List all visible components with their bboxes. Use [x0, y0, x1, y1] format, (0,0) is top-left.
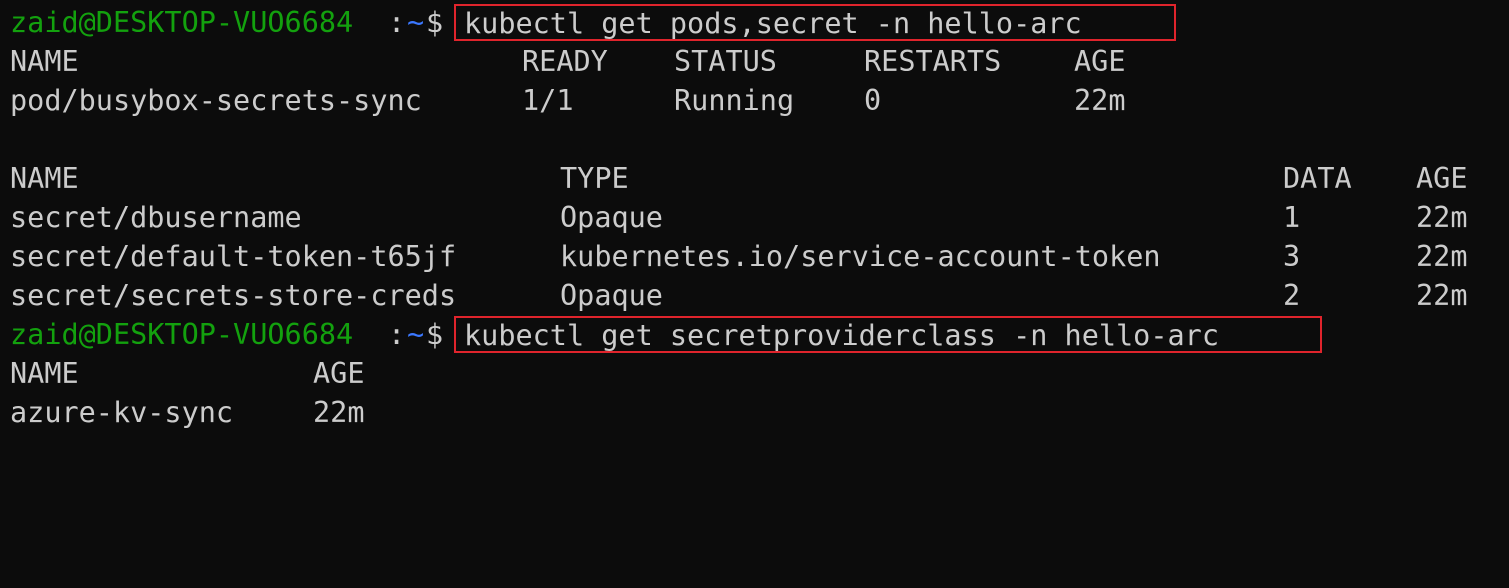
table-header: NAME READY STATUS RESTARTS AGE: [10, 42, 1125, 81]
table-cell: secret/default-token-t65jf: [10, 240, 457, 273]
table-cell: 3: [1283, 240, 1301, 273]
column-header: NAME: [10, 162, 79, 195]
table-cell: Running: [674, 84, 795, 117]
table-row: secret/dbusername Opaque 1 22m: [10, 198, 1467, 237]
table-header: NAME TYPE DATA AGE: [10, 159, 1467, 198]
table-cell: kubernetes.io/service-account-token: [560, 240, 1161, 273]
table-row: secret/default-token-t65jf kubernetes.io…: [10, 237, 1467, 276]
table-header: NAME AGE: [10, 354, 364, 393]
prompt-dollar: $: [426, 6, 444, 39]
column-header: READY: [522, 45, 608, 78]
prompt-path: ~: [407, 6, 425, 39]
table-cell: 22m: [1416, 240, 1468, 273]
column-header: NAME: [10, 45, 79, 78]
prompt-user-host: zaid@DESKTOP-VUO6684: [10, 318, 354, 351]
prompt-line: zaid@DESKTOP-VUO6684 : ~ $ kubectl get s…: [10, 315, 1322, 354]
column-header: AGE: [313, 357, 365, 390]
table-cell: 0: [864, 84, 882, 117]
table-cell: azure-kv-sync: [10, 396, 234, 429]
table-cell: 22m: [313, 396, 365, 429]
table-cell: 1: [1283, 201, 1301, 234]
highlighted-command: kubectl get secretproviderclass -n hello…: [454, 316, 1322, 353]
table-cell: 22m: [1416, 279, 1468, 312]
table-cell: 22m: [1416, 201, 1468, 234]
prompt-dollar: $: [426, 318, 444, 351]
prompt-colon: :: [388, 318, 406, 351]
table-cell: pod/busybox-secrets-sync: [10, 84, 422, 117]
table-row: pod/busybox-secrets-sync 1/1 Running 0 2…: [10, 81, 1125, 120]
column-header: NAME: [10, 357, 79, 390]
column-header: TYPE: [560, 162, 629, 195]
prompt-colon: :: [388, 6, 406, 39]
column-header: AGE: [1416, 162, 1468, 195]
prompt-path: ~: [407, 318, 425, 351]
terminal-window[interactable]: zaid@DESKTOP-VUO6684 : ~ $ kubectl get p…: [0, 0, 1509, 432]
highlighted-command: kubectl get pods,secret -n hello-arc: [454, 4, 1176, 41]
table-cell: secret/dbusername: [10, 201, 302, 234]
column-header: RESTARTS: [864, 45, 1002, 78]
column-header: STATUS: [674, 45, 777, 78]
column-header: AGE: [1074, 45, 1126, 78]
table-cell: Opaque: [560, 201, 663, 234]
table-row: secret/secrets-store-creds Opaque 2 22m: [10, 276, 1467, 315]
table-cell: 1/1: [522, 84, 574, 117]
table-cell: 22m: [1074, 84, 1126, 117]
table-cell: 2: [1283, 279, 1301, 312]
table-cell: Opaque: [560, 279, 663, 312]
prompt-line: zaid@DESKTOP-VUO6684 : ~ $ kubectl get p…: [10, 3, 1176, 42]
prompt-user-host: zaid@DESKTOP-VUO6684: [10, 6, 354, 39]
column-header: DATA: [1283, 162, 1352, 195]
table-row: azure-kv-sync 22m: [10, 393, 364, 432]
table-cell: secret/secrets-store-creds: [10, 279, 457, 312]
